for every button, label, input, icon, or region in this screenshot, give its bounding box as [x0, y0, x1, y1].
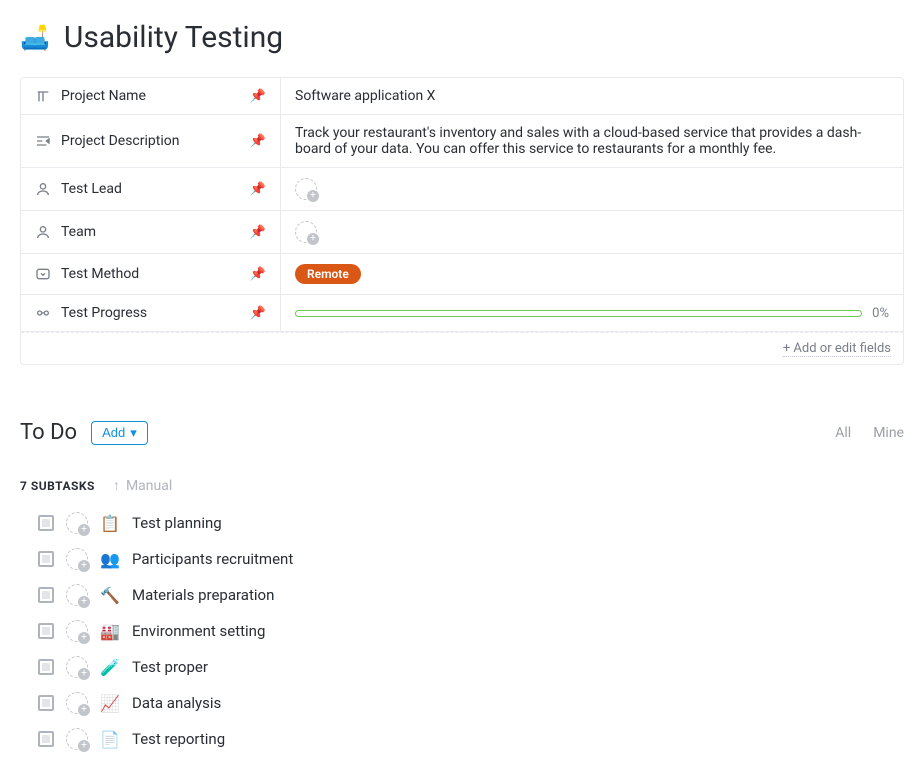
field-label: Project Name [61, 88, 146, 104]
filter-mine[interactable]: Mine [873, 425, 904, 441]
subtask-title: Environment setting [132, 622, 265, 640]
subtask-title: Test reporting [132, 730, 225, 748]
progress-label: 0% [872, 306, 889, 321]
field-label: Test Lead [61, 181, 122, 197]
sort-manual[interactable]: ↑ Manual [113, 477, 172, 494]
add-assignee-icon[interactable] [66, 512, 88, 534]
field-row-project-name: Project Name 📌 Software application X [21, 78, 903, 115]
pin-icon[interactable]: 📌 [250, 89, 266, 104]
field-row-test-progress: Test Progress 📌 0% [21, 295, 903, 332]
subtask-row[interactable]: 🧪 Test proper [38, 656, 904, 678]
subtask-checkbox[interactable] [38, 695, 54, 711]
field-row-team: Team 📌 [21, 211, 903, 254]
field-label-cell[interactable]: Team 📌 [21, 211, 281, 253]
add-assignee-icon[interactable] [66, 548, 88, 570]
subtask-checkbox[interactable] [38, 551, 54, 567]
pin-icon[interactable]: 📌 [250, 267, 266, 282]
subtask-row[interactable]: 📄 Test reporting [38, 728, 904, 750]
sort-label: Manual [126, 478, 172, 494]
add-edit-fields-link[interactable]: + Add or edit fields [783, 341, 891, 357]
progress-bar[interactable] [295, 310, 862, 317]
field-label-cell[interactable]: Project Description 📌 [21, 115, 281, 167]
dropdown-icon [35, 266, 51, 282]
pin-icon[interactable]: 📌 [250, 182, 266, 197]
field-row-test-method: Test Method 📌 Remote [21, 254, 903, 295]
filter-all[interactable]: All [835, 425, 851, 441]
subtask-emoji-icon: 📋 [100, 514, 120, 533]
add-assignee-icon[interactable] [295, 178, 317, 200]
todo-header: To Do Add ▾ All Mine [20, 420, 904, 445]
field-label-cell[interactable]: Test Lead 📌 [21, 168, 281, 210]
subtask-row[interactable]: 📋 Test planning [38, 512, 904, 534]
todo-title: To Do [20, 420, 77, 445]
field-label: Test Progress [61, 305, 147, 321]
add-assignee-icon[interactable] [66, 728, 88, 750]
header-icon: 🛋️ [20, 24, 50, 52]
add-assignee-icon[interactable] [66, 584, 88, 606]
subtask-emoji-icon: 👥 [100, 550, 120, 569]
subtask-emoji-icon: 📈 [100, 694, 120, 713]
pin-icon[interactable]: 📌 [250, 306, 266, 321]
subtask-checkbox[interactable] [38, 731, 54, 747]
description-icon [35, 133, 51, 149]
arrow-up-icon: ↑ [113, 477, 120, 494]
field-value-test-method[interactable]: Remote [281, 254, 903, 294]
subtask-row[interactable]: 📈 Data analysis [38, 692, 904, 714]
add-assignee-icon[interactable] [66, 620, 88, 642]
field-label: Team [61, 224, 96, 240]
field-row-test-lead: Test Lead 📌 [21, 168, 903, 211]
tag-remote[interactable]: Remote [295, 264, 361, 284]
person-icon [35, 181, 51, 197]
field-value-project-description[interactable]: Track your restaurant's inventory and sa… [281, 115, 903, 167]
subtask-title: Materials preparation [132, 586, 274, 604]
chevron-down-icon: ▾ [130, 425, 137, 441]
add-button-label: Add [102, 425, 125, 440]
subtask-checkbox[interactable] [38, 659, 54, 675]
subtask-title: Participants recruitment [132, 550, 293, 568]
field-label-cell[interactable]: Test Method 📌 [21, 254, 281, 294]
subtask-emoji-icon: 🧪 [100, 658, 120, 677]
text-icon [35, 88, 51, 104]
subtask-row[interactable]: 👥 Participants recruitment [38, 548, 904, 570]
field-label: Test Method [61, 266, 139, 282]
add-edit-fields-row: + Add or edit fields [21, 332, 903, 364]
subtasks-meta: 7 SUBTASKS ↑ Manual [20, 477, 904, 494]
subtask-emoji-icon: 🔨 [100, 586, 120, 605]
todo-filters: All Mine [835, 425, 904, 441]
field-value-team[interactable] [281, 211, 903, 253]
subtask-checkbox[interactable] [38, 515, 54, 531]
subtask-emoji-icon: 🏭 [100, 622, 120, 641]
add-assignee-icon[interactable] [66, 692, 88, 714]
add-subtask-button[interactable]: Add ▾ [91, 421, 148, 445]
progress-icon [35, 305, 51, 321]
subtask-row[interactable]: 🏭 Environment setting [38, 620, 904, 642]
subtasks-count: 7 SUBTASKS [20, 479, 95, 493]
add-assignee-icon[interactable] [66, 656, 88, 678]
page-header: 🛋️ Usability Testing [20, 20, 904, 55]
subtask-list: 📋 Test planning 👥 Participants recruitme… [20, 512, 904, 750]
field-label: Project Description [61, 133, 179, 149]
field-row-project-description: Project Description 📌 Track your restaur… [21, 115, 903, 168]
subtask-checkbox[interactable] [38, 623, 54, 639]
pin-icon[interactable]: 📌 [250, 134, 266, 149]
field-value-test-lead[interactable] [281, 168, 903, 210]
field-label-cell[interactable]: Test Progress 📌 [21, 295, 281, 331]
subtask-checkbox[interactable] [38, 587, 54, 603]
field-value-test-progress[interactable]: 0% [281, 295, 903, 331]
field-label-cell[interactable]: Project Name 📌 [21, 78, 281, 114]
subtask-title: Test proper [132, 658, 208, 676]
custom-fields-table: Project Name 📌 Software application X Pr… [20, 77, 904, 365]
add-assignee-icon[interactable] [295, 221, 317, 243]
page-title: Usability Testing [64, 20, 283, 55]
subtask-emoji-icon: 📄 [100, 730, 120, 749]
field-value-project-name[interactable]: Software application X [281, 78, 903, 114]
pin-icon[interactable]: 📌 [250, 225, 266, 240]
subtask-row[interactable]: 🔨 Materials preparation [38, 584, 904, 606]
person-icon [35, 224, 51, 240]
subtask-title: Data analysis [132, 694, 221, 712]
subtask-title: Test planning [132, 514, 222, 532]
